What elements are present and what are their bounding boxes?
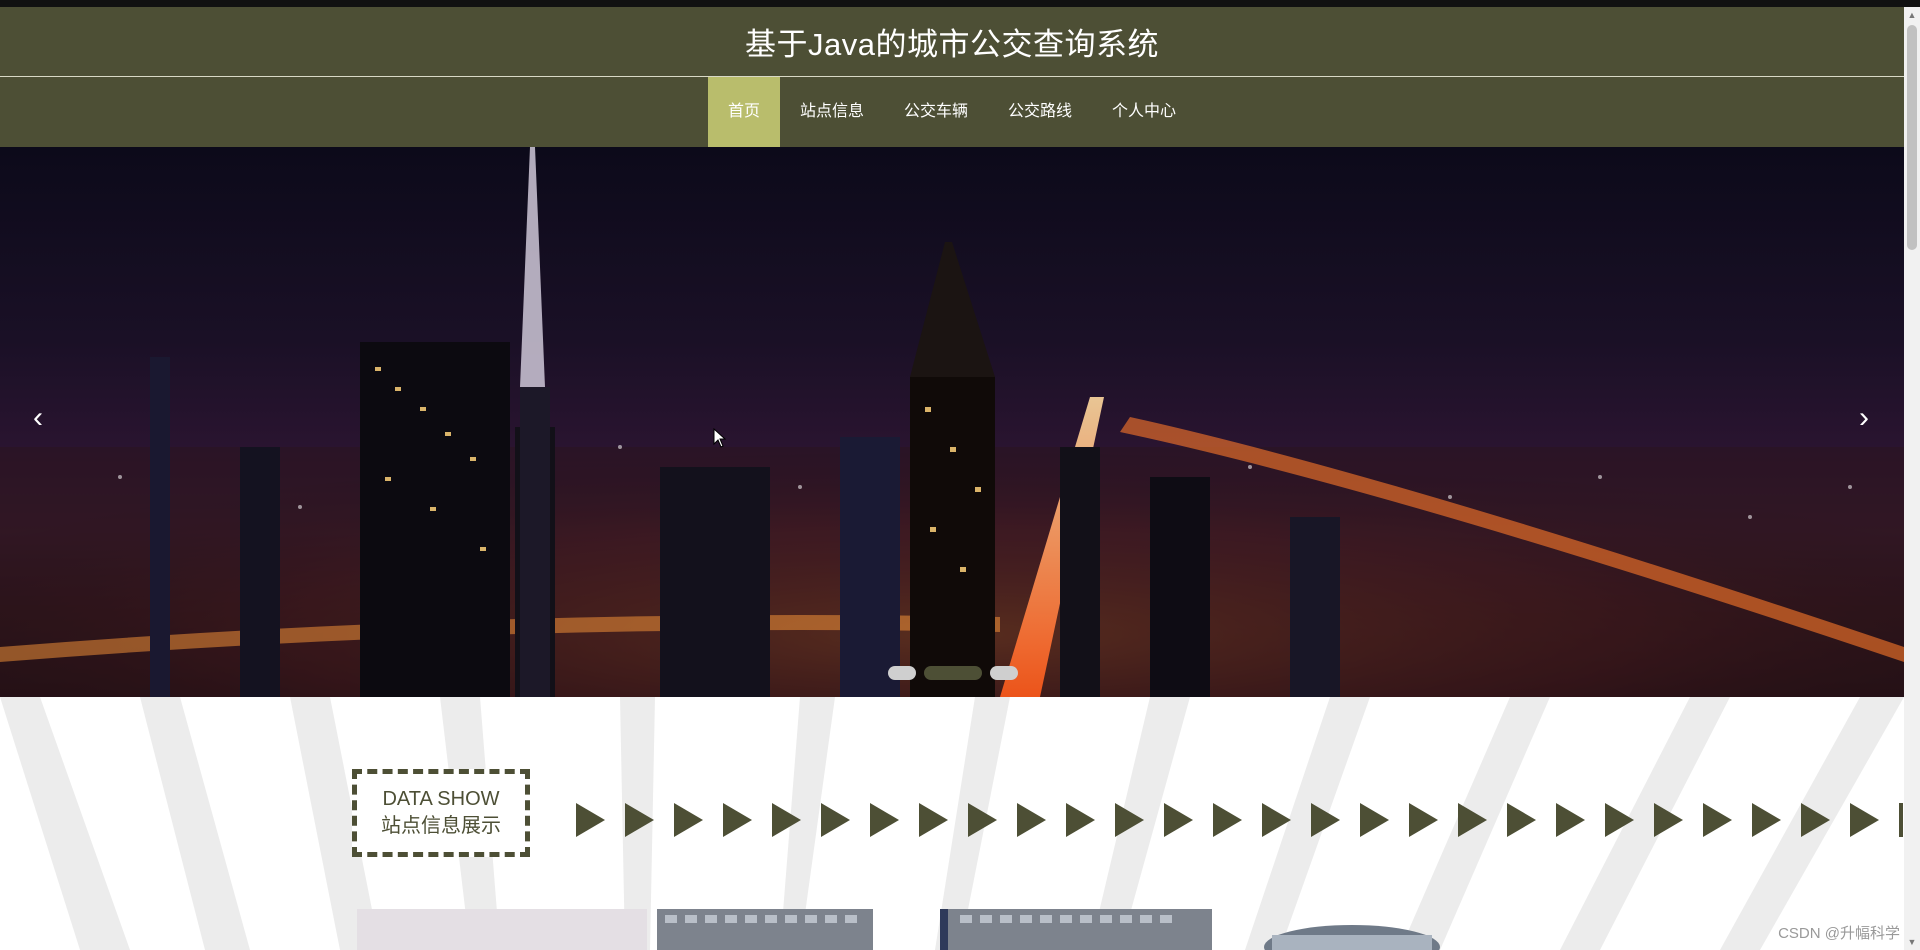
triangle-mark xyxy=(1605,803,1634,837)
triangle-mark xyxy=(1115,803,1144,837)
bus-image xyxy=(1264,925,1440,950)
window-top-border xyxy=(0,0,1920,7)
city-night-image xyxy=(0,147,1904,697)
triangle-mark xyxy=(1458,803,1487,837)
station-card-3[interactable] xyxy=(940,909,1212,950)
page-scrollbar[interactable]: ▲ ▼ xyxy=(1904,7,1920,950)
hero-carousel[interactable]: ‹ › xyxy=(0,147,1904,697)
triangle-mark xyxy=(772,803,801,837)
triangle-mark xyxy=(1360,803,1389,837)
triangle-mark xyxy=(968,803,997,837)
triangle-mark xyxy=(1262,803,1291,837)
nav-item-stations[interactable]: 站点信息 xyxy=(780,77,884,147)
triangle-divider xyxy=(576,803,1903,837)
carousel-prev-button[interactable]: ‹ xyxy=(25,403,51,433)
station-card-4[interactable] xyxy=(1262,909,1442,950)
triangle-mark xyxy=(1556,803,1585,837)
site-title: 基于Java的城市公交查询系统 xyxy=(745,27,1159,62)
building-image xyxy=(657,909,873,950)
main-nav: 首页 站点信息 公交车辆 公交路线 个人中心 xyxy=(0,77,1904,147)
triangle-mark xyxy=(870,803,899,837)
watermark: CSDN @升幅科学 xyxy=(1778,925,1900,942)
triangle-mark xyxy=(674,803,703,837)
nav-item-buses[interactable]: 公交车辆 xyxy=(884,77,988,147)
carousel-indicators xyxy=(888,666,1018,680)
carousel-dot-2[interactable] xyxy=(924,666,982,680)
building-image xyxy=(940,909,1212,950)
section-title-box: DATA SHOW 站点信息展示 xyxy=(352,769,530,857)
scroll-thumb[interactable] xyxy=(1907,25,1917,250)
triangle-mark xyxy=(1017,803,1046,837)
nav-item-home[interactable]: 首页 xyxy=(707,77,780,147)
triangle-mark xyxy=(1850,803,1879,837)
triangle-mark xyxy=(1213,803,1242,837)
triangle-mark xyxy=(1801,803,1830,837)
carousel-dot-1[interactable] xyxy=(888,666,916,680)
section-title-en: DATA SHOW xyxy=(382,788,500,810)
triangle-mark xyxy=(576,803,605,837)
mouse-cursor-icon xyxy=(713,428,727,448)
section-title-cn: 站点信息展示 xyxy=(381,815,501,837)
triangle-mark xyxy=(919,803,948,837)
triangle-mark xyxy=(1507,803,1536,837)
scroll-down-icon[interactable]: ▼ xyxy=(1907,937,1917,947)
nav-item-profile[interactable]: 个人中心 xyxy=(1092,77,1196,147)
nav-item-routes[interactable]: 公交路线 xyxy=(988,77,1092,147)
triangle-mark xyxy=(821,803,850,837)
triangle-mark xyxy=(1311,803,1340,837)
scroll-up-icon[interactable]: ▲ xyxy=(1907,10,1917,20)
triangle-mark xyxy=(1703,803,1732,837)
site-header: 基于Java的城市公交查询系统 xyxy=(0,7,1904,77)
carousel-next-button[interactable]: › xyxy=(1851,403,1877,433)
triangle-mark xyxy=(625,803,654,837)
triangle-mark xyxy=(1409,803,1438,837)
carousel-dot-3[interactable] xyxy=(990,666,1018,680)
triangle-mark xyxy=(1066,803,1095,837)
triangle-mark xyxy=(723,803,752,837)
triangle-end-bar xyxy=(1899,803,1903,837)
station-card-1[interactable] xyxy=(357,909,647,950)
triangle-mark xyxy=(1164,803,1193,837)
triangle-mark xyxy=(1654,803,1683,837)
station-card-2[interactable] xyxy=(657,909,873,950)
triangle-mark xyxy=(1752,803,1781,837)
